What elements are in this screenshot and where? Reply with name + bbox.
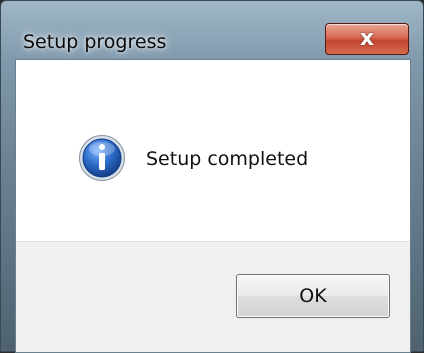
setup-progress-dialog: Setup progress x Setup completed OK xyxy=(0,0,424,353)
window-title: Setup progress xyxy=(23,31,167,53)
button-bar: OK xyxy=(16,241,410,352)
title-bar[interactable]: Setup progress x xyxy=(1,1,423,55)
dialog-body: Setup completed OK xyxy=(15,59,411,353)
message-area: Setup completed xyxy=(16,60,410,244)
ok-button[interactable]: OK xyxy=(236,274,390,318)
information-icon xyxy=(79,135,125,181)
close-button[interactable]: x xyxy=(325,23,409,55)
message-text: Setup completed xyxy=(146,148,309,170)
close-icon: x xyxy=(359,26,375,51)
